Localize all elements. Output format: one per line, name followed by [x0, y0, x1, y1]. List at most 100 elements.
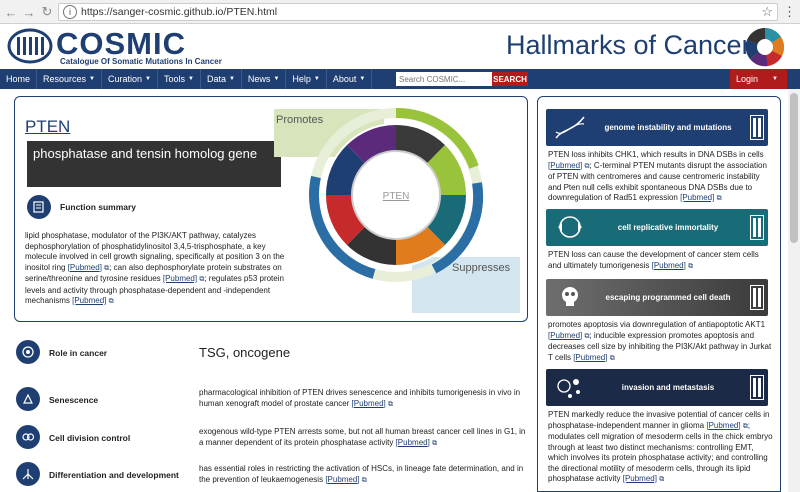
site-header: COSMIC Catalogue Of Somatic Mutations In… [0, 24, 800, 69]
pubmed-link[interactable]: [Pubmed] [706, 421, 740, 430]
differentiation-text: has essential roles in restricting the a… [199, 464, 524, 484]
hallmark-bars-icon [750, 215, 764, 240]
dna-icon [555, 116, 585, 139]
gene-name-link[interactable]: PTEN [25, 117, 70, 137]
hallmark-text-genome-instability: PTEN loss inhibits CHK1, which results i… [548, 150, 767, 202]
cycle-icon [558, 216, 582, 238]
external-link-icon: ⧉ [688, 262, 694, 270]
promotes-label: Promotes [276, 114, 324, 126]
external-link-icon: ⧉ [659, 476, 665, 483]
external-link-icon: ⧉ [609, 354, 615, 362]
hallmark-banner-replicative-immortality[interactable]: cell replicative immortality [546, 209, 768, 246]
nav-curation[interactable]: Curation ▼ [102, 69, 158, 89]
hallmark-bars-icon [750, 115, 764, 140]
chevron-down-icon: ▼ [228, 76, 235, 82]
main-navbar: Home Resources ▼ Curation ▼ Tools ▼ Data ▼ N… [0, 69, 800, 89]
hallmark-text-invasion-metastasis: PTEN markedly reduce the invasive potent… [548, 410, 773, 483]
browser-toolbar: ← → ↻ i https://sanger-cosmic.github.io/… [0, 0, 800, 24]
gene-full-name: phosphatase and tensin homolog gene [27, 141, 281, 187]
role-label: Role in cancer [49, 348, 108, 358]
external-link-icon: ⧉ [432, 439, 438, 447]
nav-news[interactable]: News ▼ [242, 69, 287, 89]
logo-subtitle: Catalogue Of Somatic Mutations In Cancer [60, 57, 222, 66]
metastasis-icon [557, 379, 580, 398]
hallmark-text-replicative-immortality: PTEN loss can cause the development of c… [548, 250, 759, 270]
forward-icon[interactable]: → [20, 3, 38, 21]
chevron-down-icon: ▼ [89, 76, 95, 82]
nav-data[interactable]: Data ▼ [201, 69, 242, 89]
hallmark-banner-escaping-cell-death[interactable]: escaping programmed cell death [546, 279, 768, 316]
hallmark-bars-icon [750, 285, 764, 310]
chevron-down-icon: ▼ [188, 76, 194, 82]
senescence-text: pharmacological inhibition of PTEN drive… [199, 388, 521, 408]
pubmed-link[interactable]: [Pubmed] [548, 161, 582, 170]
hallmarks-wheel-icon [745, 27, 785, 67]
address-bar[interactable]: i https://sanger-cosmic.github.io/PTEN.h… [58, 3, 778, 21]
nav-home[interactable]: Home [0, 69, 38, 89]
hallmark-banner-invasion-metastasis[interactable]: invasion and metastasis [546, 369, 768, 406]
hallmarks-title: Hallmarks of Cancer [506, 30, 751, 60]
senescence-icon [16, 387, 40, 411]
pubmed-link[interactable]: [Pubmed] [325, 475, 359, 484]
nav-tools[interactable]: Tools ▼ [158, 69, 201, 89]
cosmic-logo-icon[interactable] [6, 28, 54, 64]
hallmarks-panel: genome instability and mutations PTEN lo… [537, 96, 781, 492]
cell-division-label: Cell division control [49, 433, 131, 443]
function-summary-icon [27, 195, 51, 219]
hallmark-bars-icon [750, 375, 764, 400]
chevron-down-icon: ▼ [772, 76, 778, 82]
chevron-down-icon: ▼ [145, 76, 151, 82]
nav-about[interactable]: About ▼ [327, 69, 373, 89]
pubmed-link[interactable]: [Pubmed] [573, 353, 607, 362]
external-link-icon: ⧉ [361, 476, 367, 484]
external-link-icon: ⧉ [108, 298, 114, 305]
pubmed-link[interactable]: [Pubmed] [652, 261, 686, 270]
hallmark-text-escaping-cell-death: promotes apoptosis via downregulation of… [548, 320, 772, 362]
suppresses-label: Suppresses [452, 262, 511, 274]
hallmark-wheel-graphic: Promotes Suppresses PTEN [274, 107, 520, 313]
gene-summary-panel: PTEN phosphatase and tensin homolog gene… [14, 96, 528, 322]
pubmed-link[interactable]: [Pubmed] [163, 274, 197, 283]
center-gene-label[interactable]: PTEN [383, 191, 410, 202]
cell-division-icon [16, 425, 40, 449]
pubmed-link[interactable]: [Pubmed] [680, 193, 714, 202]
page-scrollbar[interactable] [788, 89, 800, 492]
chevron-down-icon: ▼ [273, 76, 280, 82]
function-summary-text: lipid phosphatase, modulator of the PI3K… [25, 231, 285, 305]
back-icon[interactable]: ← [2, 3, 20, 21]
hallmark-label: cell replicative immortality [617, 223, 719, 232]
pubmed-link[interactable]: [Pubmed] [623, 474, 657, 483]
search-input[interactable] [396, 72, 492, 86]
reload-icon[interactable]: ↻ [38, 3, 56, 21]
nav-resources[interactable]: Resources ▼ [37, 69, 102, 89]
cell-division-text: exogenous wild-type PTEN arrests some, b… [199, 427, 526, 447]
pubmed-link[interactable]: [Pubmed] [72, 296, 106, 305]
function-summary-label: Function summary [60, 202, 137, 212]
senescence-label: Senescence [49, 395, 99, 405]
scrollbar-thumb[interactable] [790, 93, 798, 243]
chevron-down-icon: ▼ [313, 76, 320, 82]
pubmed-link[interactable]: [Pubmed] [68, 263, 102, 272]
differentiation-icon [16, 462, 40, 486]
login-button[interactable]: Login ▼ [730, 69, 787, 89]
hallmark-label: invasion and metastasis [621, 383, 715, 392]
pubmed-link[interactable]: [Pubmed] [396, 438, 430, 447]
skull-icon [562, 287, 578, 306]
role-icon [16, 340, 40, 364]
differentiation-label: Differentiation and development [49, 470, 179, 480]
bookmark-star-icon[interactable]: ☆ [761, 4, 773, 20]
url-text[interactable]: https://sanger-cosmic.github.io/PTEN.htm… [81, 6, 761, 18]
nav-help[interactable]: Help ▼ [286, 69, 327, 89]
chevron-down-icon: ▼ [359, 76, 366, 82]
info-icon[interactable]: i [63, 5, 77, 19]
hallmark-label: genome instability and mutations [604, 123, 732, 132]
hallmark-label: escaping programmed cell death [605, 293, 731, 302]
external-link-icon: ⧉ [388, 400, 394, 408]
pubmed-link[interactable]: [Pubmed] [352, 399, 386, 408]
hallmark-banner-genome-instability[interactable]: genome instability and mutations [546, 109, 768, 146]
role-value: TSG, oncogene [199, 345, 291, 360]
browser-menu-icon[interactable]: ⋮ [783, 4, 796, 20]
external-link-icon: ⧉ [716, 195, 722, 202]
search-button[interactable]: SEARCH [492, 72, 528, 86]
pubmed-link[interactable]: [Pubmed] [548, 331, 582, 340]
